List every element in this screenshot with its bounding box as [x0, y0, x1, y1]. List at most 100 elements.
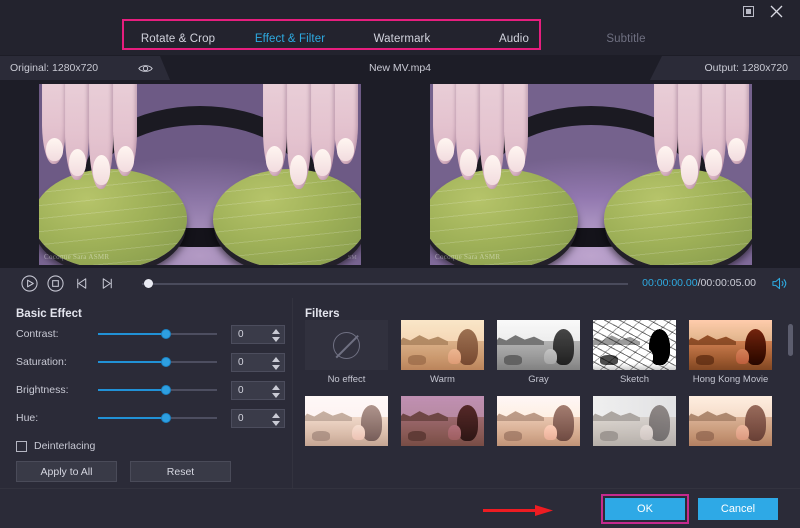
stepper-arrows[interactable]: [272, 326, 280, 345]
slider-row-hue: Hue: 0: [16, 404, 292, 432]
no-effect-icon: [333, 332, 360, 359]
reset-button[interactable]: Reset: [130, 461, 231, 482]
filters-grid: No effect Warm: [293, 320, 800, 450]
slider-fill: [98, 361, 167, 363]
close-window-icon[interactable]: [762, 0, 790, 22]
tab-subtitle[interactable]: Subtitle: [570, 22, 682, 56]
tab-audio[interactable]: Audio: [458, 22, 570, 56]
fingernail: [657, 146, 674, 172]
slider-handle[interactable]: [161, 357, 171, 367]
saturation-value: 0: [232, 357, 244, 368]
filter-preview-scene: [401, 320, 484, 370]
preview-area: Cocoque Sara ASMR SM: [0, 80, 800, 268]
previous-frame-icon[interactable]: [68, 268, 94, 298]
output-video-preview[interactable]: Cocoque Sara ASMR: [430, 84, 752, 265]
contrast-label: Contrast:: [16, 328, 98, 340]
filter-label: Warm: [401, 374, 484, 385]
stop-icon[interactable]: [42, 268, 68, 298]
filter-thumbnail: [593, 320, 676, 370]
filters-scrollbar-thumb[interactable]: [788, 324, 793, 356]
filter-item-gray[interactable]: Gray: [497, 320, 580, 385]
filters-title: Filters: [305, 308, 800, 320]
filter-item-row2-3[interactable]: [497, 396, 580, 450]
fingernail: [266, 146, 283, 172]
slider-handle[interactable]: [161, 385, 171, 395]
hue-slider[interactable]: [98, 408, 217, 428]
total-time-label: 00:00:05.00: [701, 277, 756, 289]
preview-info-bar: New MV.mp4 Original: 1280x720 Output: 12…: [0, 56, 800, 80]
deinterlacing-row[interactable]: Deinterlacing: [16, 440, 292, 452]
filter-label: Hong Kong Movie: [689, 374, 772, 385]
original-video-preview[interactable]: Cocoque Sara ASMR SM: [39, 84, 361, 265]
apply-to-all-label: Apply to All: [41, 466, 93, 478]
hand-right: [639, 84, 748, 189]
slider-row-brightness: Brightness: 0: [16, 376, 292, 404]
filters-scrollbar[interactable]: [788, 320, 793, 486]
stepper-down-icon: [272, 365, 280, 370]
filter-item-warm[interactable]: Warm: [401, 320, 484, 385]
contrast-slider[interactable]: [98, 324, 217, 344]
player-control-bar: 00:00:00.00/00:00:05.00: [0, 268, 800, 298]
hue-value: 0: [232, 413, 244, 424]
stepper-arrows[interactable]: [272, 410, 280, 429]
tab-label: Subtitle: [606, 33, 645, 45]
filter-thumbnail: [305, 320, 388, 370]
ok-label: OK: [637, 503, 653, 515]
filter-item-row2-5[interactable]: [689, 396, 772, 450]
restore-window-icon[interactable]: [734, 0, 762, 22]
next-frame-icon[interactable]: [94, 268, 120, 298]
filter-item-no-effect[interactable]: No effect: [305, 320, 388, 385]
video-frame-output: [430, 84, 752, 265]
video-frame-original: [39, 84, 361, 265]
ok-button[interactable]: OK: [605, 498, 685, 520]
tab-label: Audio: [499, 33, 529, 45]
output-resolution-label: Output: 1280x720: [705, 62, 788, 74]
contrast-stepper[interactable]: 0: [231, 325, 285, 344]
seek-bar[interactable]: [142, 268, 628, 298]
brightness-label: Brightness:: [16, 384, 98, 396]
filter-item-row2-2[interactable]: [401, 396, 484, 450]
stepper-up-icon: [272, 357, 280, 362]
finger: [287, 84, 311, 189]
slider-fill: [98, 389, 167, 391]
saturation-slider[interactable]: [98, 352, 217, 372]
tab-label: Watermark: [374, 33, 431, 45]
fingernail: [93, 155, 110, 184]
stepper-arrows[interactable]: [272, 382, 280, 401]
filter-item-row2-1[interactable]: [305, 396, 388, 450]
stepper-arrows[interactable]: [272, 354, 280, 373]
apply-to-all-button[interactable]: Apply to All: [16, 461, 117, 482]
filter-thumbnail: [401, 320, 484, 370]
filter-item-hong-kong-movie[interactable]: Hong Kong Movie: [689, 320, 772, 385]
slider-handle[interactable]: [161, 329, 171, 339]
slider-row-contrast: Contrast: 0: [16, 320, 292, 348]
filter-preview-scene: [593, 396, 676, 446]
ok-button-highlight-annotation: OK: [601, 494, 689, 524]
saturation-stepper[interactable]: 0: [231, 353, 285, 372]
deinterlacing-checkbox[interactable]: [16, 441, 27, 452]
current-time-label: 00:00:00.00: [642, 277, 697, 289]
finger: [263, 84, 287, 176]
finger: [311, 84, 335, 180]
filter-thumbnail: [593, 396, 676, 446]
tab-label: Rotate & Crop: [141, 33, 215, 45]
brightness-stepper[interactable]: 0: [231, 381, 285, 400]
slider-handle[interactable]: [161, 413, 171, 423]
original-info-chip: Original: 1280x720: [0, 56, 170, 80]
tab-rotate-crop[interactable]: Rotate & Crop: [122, 22, 234, 56]
tab-watermark[interactable]: Watermark: [346, 22, 458, 56]
basic-effect-title: Basic Effect: [16, 308, 292, 320]
eye-icon[interactable]: [138, 63, 153, 74]
play-icon[interactable]: [16, 268, 42, 298]
stepper-up-icon: [272, 413, 280, 418]
fingernail: [728, 138, 745, 161]
filters-scroll-area[interactable]: No effect Warm: [293, 320, 800, 486]
cancel-button[interactable]: Cancel: [698, 498, 778, 520]
seek-handle[interactable]: [144, 279, 153, 288]
filter-item-row2-4[interactable]: [593, 396, 676, 450]
filter-item-sketch[interactable]: Sketch: [593, 320, 676, 385]
hue-stepper[interactable]: 0: [231, 409, 285, 428]
tab-effect-filter[interactable]: Effect & Filter: [234, 22, 346, 56]
brightness-slider[interactable]: [98, 380, 217, 400]
volume-icon[interactable]: [766, 268, 792, 298]
